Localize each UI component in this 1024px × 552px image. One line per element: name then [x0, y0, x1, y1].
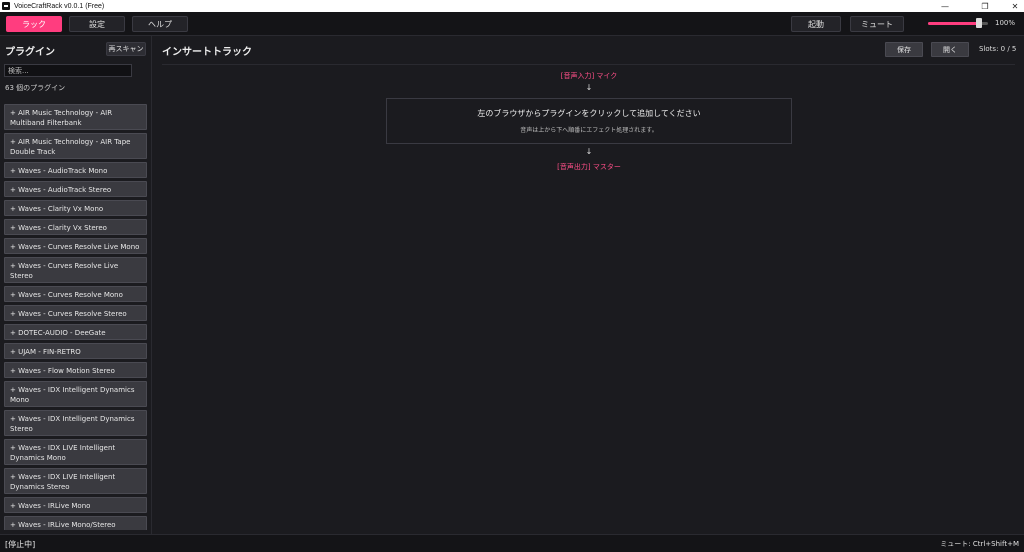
plugin-list-item[interactable]: + DOTEC-AUDIO - DeeGate	[4, 324, 147, 340]
window-title: VoiceCraftRack v0.0.1 (Free)	[14, 2, 105, 10]
top-toolbar: ラック 設定 ヘルプ 起動 ミュート	[0, 12, 1024, 36]
close-icon[interactable]: ✕	[1000, 0, 1024, 12]
sidebar-title: プラグイン	[5, 47, 55, 58]
maximize-icon[interactable]: ❐	[970, 0, 1000, 12]
plugin-list-item[interactable]: + Waves - Clarity Vx Stereo	[4, 219, 147, 235]
volume-fill	[928, 22, 979, 25]
plugin-list-item[interactable]: + Waves - Curves Resolve Live Mono	[4, 238, 147, 254]
audio-output-label: [音声出力] マスター	[557, 163, 621, 171]
volume-slider-handle[interactable]	[976, 18, 982, 28]
insert-track-panel: インサートトラック 保存 開く Slots: 0 / 5 [音声入力] マイク …	[153, 36, 1024, 534]
rescan-button[interactable]: 再スキャン	[106, 42, 146, 56]
plugin-list-item[interactable]: + Waves - Flow Motion Stereo	[4, 362, 147, 378]
mute-shortcut-hint: ミュート: Ctrl+Shift+M	[940, 540, 1019, 548]
mute-button[interactable]: ミュート	[850, 16, 904, 32]
open-button[interactable]: 開く	[931, 42, 969, 57]
divider	[162, 64, 1015, 65]
slots-counter: Slots: 0 / 5	[979, 45, 1017, 53]
minimize-icon[interactable]: —	[930, 0, 960, 12]
title-bar: VoiceCraftRack v0.0.1 (Free) — ❐ ✕	[0, 0, 1024, 12]
plugin-list-item[interactable]: + UJAM - FIN-RETRO	[4, 343, 147, 359]
plugin-list-item[interactable]: + Waves - IDX Intelligent Dynamics Mono	[4, 381, 147, 407]
app-icon	[2, 2, 10, 10]
arrow-down-icon: ↓	[585, 147, 593, 156]
volume-value: 100%	[995, 19, 1016, 27]
plugin-list-item[interactable]: + Waves - AudioTrack Stereo	[4, 181, 147, 197]
plugin-list-item[interactable]: + Waves - Curves Resolve Mono	[4, 286, 147, 302]
audio-input-label: [音声入力] マイク	[560, 72, 618, 80]
plugin-search-input[interactable]	[4, 64, 132, 77]
plugin-drop-area: 左のブラウザからプラグインをクリックして追加してください 音声は上から下へ順番に…	[386, 98, 792, 144]
plugin-list-item[interactable]: + Waves - IRLive Mono/Stereo	[4, 516, 147, 530]
save-button[interactable]: 保存	[885, 42, 923, 57]
plugin-list-item[interactable]: + Waves - AudioTrack Mono	[4, 162, 147, 178]
status-bar: [停止中] ミュート: Ctrl+Shift+M	[0, 534, 1024, 552]
drop-hint: 音声は上から下へ順番にエフェクト処理されます。	[520, 127, 658, 134]
page-title: インサートトラック	[162, 47, 252, 58]
drop-instruction: 左のブラウザからプラグインをクリックして追加してください	[477, 109, 701, 118]
plugin-list-item[interactable]: + Waves - Curves Resolve Live Stereo	[4, 257, 147, 283]
plugin-list-item[interactable]: + Waves - Clarity Vx Mono	[4, 200, 147, 216]
start-button[interactable]: 起動	[791, 16, 841, 32]
tab-settings[interactable]: 設定	[69, 16, 125, 32]
plugin-list-item[interactable]: + Waves - IDX LIVE Intelligent Dynamics …	[4, 468, 147, 494]
arrow-down-icon: ↓	[585, 83, 593, 92]
plugin-count: 63 個のプラグイン	[5, 84, 66, 92]
plugin-sidebar: プラグイン 再スキャン 63 個のプラグイン + AIR Music Techn…	[0, 36, 152, 534]
plugin-list-item[interactable]: + AIR Music Technology - AIR Multiband F…	[4, 104, 147, 130]
plugin-list-item[interactable]: + Waves - IDX LIVE Intelligent Dynamics …	[4, 439, 147, 465]
plugin-list-item[interactable]: + Waves - Curves Resolve Stereo	[4, 305, 147, 321]
plugin-list-item[interactable]: + Waves - IDX Intelligent Dynamics Stere…	[4, 410, 147, 436]
plugin-list-item[interactable]: + AIR Music Technology - AIR Tape Double…	[4, 133, 147, 159]
tab-rack[interactable]: ラック	[6, 16, 62, 32]
plugin-list[interactable]: + AIR Music Technology - AIR Multiband F…	[4, 104, 147, 530]
tab-help[interactable]: ヘルプ	[132, 16, 188, 32]
plugin-list-item[interactable]: + Waves - IRLive Mono	[4, 497, 147, 513]
status-text: [停止中]	[5, 540, 36, 549]
